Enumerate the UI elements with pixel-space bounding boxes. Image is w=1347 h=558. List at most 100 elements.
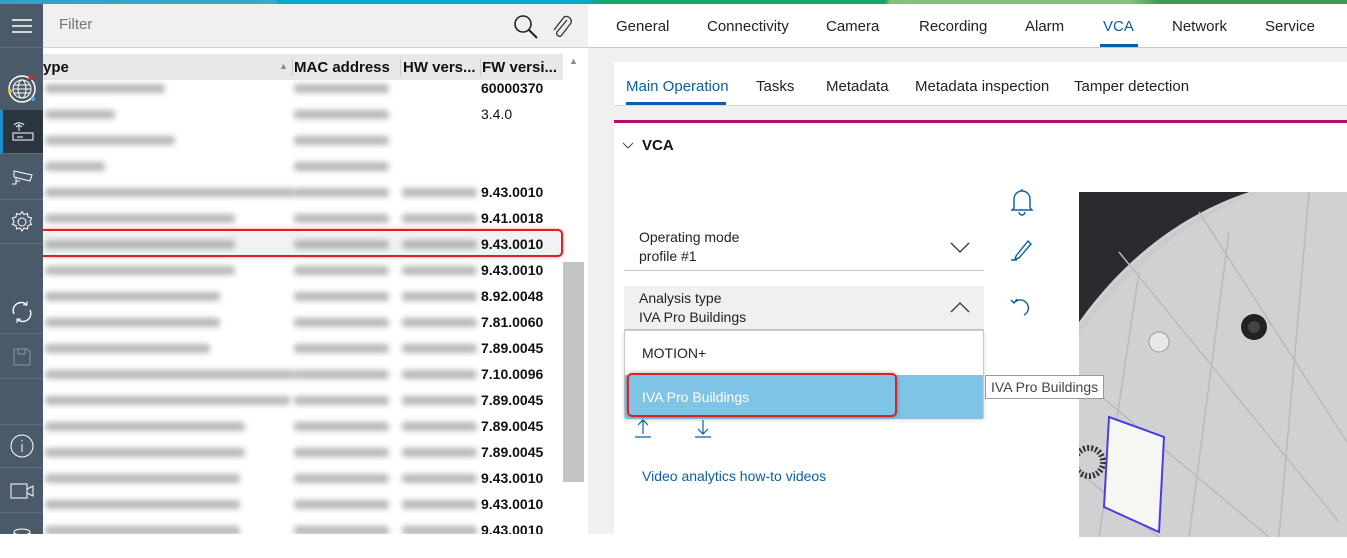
info-button[interactable] — [0, 424, 43, 468]
type-cell — [45, 344, 210, 353]
sub-tabs: Main Operation Tasks Metadata Metadata insp… — [610, 62, 1347, 106]
database-icon — [13, 528, 30, 542]
mac-cell — [294, 396, 389, 405]
hw-cell — [402, 214, 477, 223]
save-button[interactable] — [0, 335, 43, 379]
pencil-icon[interactable] — [1010, 238, 1034, 262]
table-row[interactable]: 7.89.0045 — [43, 387, 563, 413]
tab-recording[interactable]: Recording — [919, 18, 987, 35]
table-row[interactable] — [43, 127, 563, 153]
upload-icon[interactable] — [634, 418, 652, 438]
mac-cell — [294, 110, 389, 119]
scroll-up-icon[interactable]: ▲ — [569, 56, 578, 66]
mac-cell — [294, 266, 389, 275]
active-subtab-indicator — [626, 102, 726, 105]
download-icon[interactable] — [694, 418, 712, 438]
hamburger-icon — [11, 18, 32, 33]
scrollbar[interactable]: ▲ — [563, 54, 588, 534]
filter-input[interactable] — [59, 16, 479, 33]
subtab-tasks[interactable]: Tasks — [756, 78, 794, 95]
mac-cell — [294, 370, 389, 379]
operating-mode-value: profile #1 — [639, 248, 697, 264]
table-row[interactable]: 7.89.0045 — [43, 413, 563, 439]
search-icon[interactable] — [513, 14, 539, 40]
mac-cell — [294, 344, 389, 353]
subtab-metadata-inspection[interactable]: Metadata inspection — [915, 78, 1049, 95]
video-camera-icon — [10, 483, 33, 498]
vca-section-header[interactable]: VCA — [622, 137, 674, 154]
type-cell — [45, 500, 240, 509]
menu-button[interactable] — [0, 4, 43, 48]
refresh-button[interactable] — [0, 290, 43, 334]
sort-ascending-icon: ▲ — [279, 61, 288, 71]
paperclip-icon[interactable] — [551, 14, 573, 40]
video-button[interactable] — [0, 469, 43, 513]
table-row[interactable]: 9.43.0010 — [43, 491, 563, 517]
table-row[interactable]: 9.43.0010 — [43, 517, 563, 534]
tab-service[interactable]: Service — [1265, 18, 1315, 35]
hw-cell — [402, 474, 477, 483]
sidebar-item-devices[interactable] — [0, 110, 43, 154]
table-row[interactable]: 9.43.0010 — [43, 179, 563, 205]
table-row[interactable]: 7.89.0045 — [43, 439, 563, 465]
analysis-type-select[interactable]: Analysis type IVA Pro Buildings — [624, 286, 984, 330]
dropdown-option-motion-plus[interactable]: MOTION+ — [625, 331, 983, 375]
fw-version-cell: 9.43.0010 — [481, 470, 544, 486]
table-row[interactable]: 9.41.0018 — [43, 205, 563, 231]
tab-network[interactable]: Network — [1172, 18, 1227, 35]
database-button[interactable] — [0, 514, 43, 558]
table-row[interactable]: 9.43.0010 — [43, 257, 563, 283]
type-cell — [45, 396, 290, 405]
operating-mode-select[interactable]: Operating mode profile #1 — [624, 224, 984, 271]
device-config-panel: General Connectivity Camera Recording Alarm V… — [588, 4, 1347, 537]
tab-vca[interactable]: VCA — [1103, 18, 1134, 35]
bell-icon[interactable] — [1010, 188, 1034, 216]
gear-icon — [11, 210, 32, 232]
mac-cell — [294, 84, 389, 93]
column-header-hw[interactable]: HW vers... — [400, 59, 480, 76]
sidebar-item-network-scan[interactable] — [0, 66, 43, 112]
subtab-main-operation[interactable]: Main Operation — [626, 78, 729, 95]
table-row[interactable]: 7.89.0045 — [43, 335, 563, 361]
refresh-icon — [12, 300, 31, 323]
sidebar-item-cameras[interactable] — [0, 156, 43, 200]
table-row[interactable] — [43, 153, 563, 179]
mac-cell — [294, 318, 389, 327]
table-row[interactable]: 9.43.0010 — [43, 465, 563, 491]
fw-version-cell: 3.4.0 — [481, 106, 513, 122]
table-row[interactable]: 3.4.0 — [43, 101, 563, 127]
fw-version-cell: 7.10.0096 — [481, 366, 544, 382]
column-header-type[interactable]: ype — [43, 59, 283, 76]
scrollbar-thumb[interactable] — [563, 262, 584, 482]
tab-alarm[interactable]: Alarm — [1025, 18, 1064, 35]
analysis-type-value: IVA Pro Buildings — [639, 309, 747, 325]
type-cell — [45, 292, 220, 301]
column-header-mac[interactable]: MAC address — [292, 59, 400, 76]
table-row[interactable]: 60000370 — [43, 75, 563, 101]
hw-cell — [402, 422, 477, 431]
fw-version-cell: 7.89.0045 — [481, 340, 544, 356]
hw-cell — [402, 188, 477, 197]
router-icon — [12, 121, 34, 140]
how-to-videos-link[interactable]: Video analytics how-to videos — [642, 468, 826, 484]
fw-version-cell: 60000370 — [481, 80, 544, 96]
type-cell — [45, 370, 295, 379]
table-row[interactable]: 7.10.0096 — [43, 361, 563, 387]
sidebar-item-settings[interactable] — [0, 200, 43, 244]
mac-cell — [294, 448, 389, 457]
mac-cell — [294, 292, 389, 301]
column-header-fw[interactable]: FW versi... — [480, 59, 563, 76]
undo-icon[interactable] — [1010, 295, 1034, 319]
tab-general[interactable]: General — [616, 18, 669, 35]
table-row[interactable]: 7.81.0060 — [43, 309, 563, 335]
subtab-tamper-detection[interactable]: Tamper detection — [1074, 78, 1189, 95]
tab-connectivity[interactable]: Connectivity — [707, 18, 789, 35]
table-row[interactable]: 8.92.0048 — [43, 283, 563, 309]
type-cell — [45, 474, 240, 483]
info-icon — [10, 434, 33, 458]
hw-cell — [402, 292, 477, 301]
globe-icon — [7, 75, 36, 103]
hw-cell — [402, 370, 477, 379]
tab-camera[interactable]: Camera — [826, 18, 879, 35]
subtab-metadata[interactable]: Metadata — [826, 78, 889, 95]
